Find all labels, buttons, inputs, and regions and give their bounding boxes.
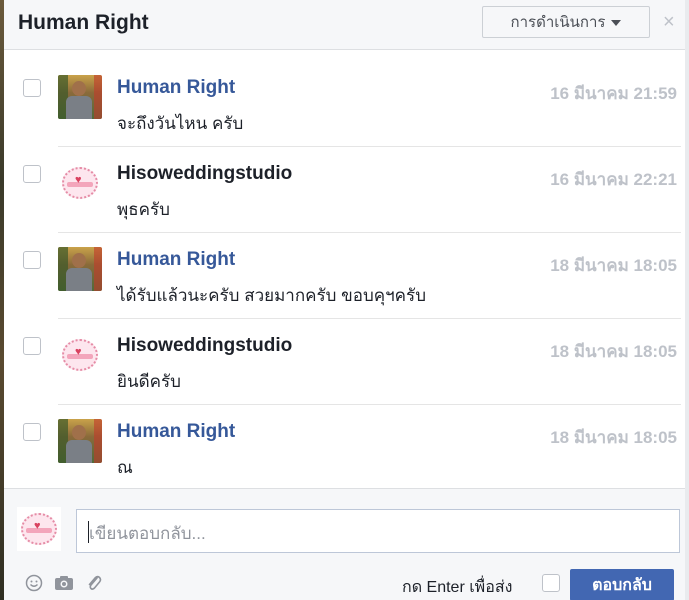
avatar[interactable] — [58, 247, 102, 291]
smiley-icon[interactable] — [24, 573, 44, 593]
reply-composer: ♥ เขียนตอบกลับ... กด Enter เพื่อส่ง ตอบก… — [4, 488, 685, 600]
row-divider — [58, 404, 681, 405]
message-row: Human Right 18 มีนาคม 18:05 ได้รับแล้วนะ… — [4, 232, 685, 318]
message-row: Human Right 18 มีนาคม 18:05 ณ — [4, 404, 685, 490]
camera-icon[interactable] — [54, 573, 74, 593]
message-sender: Hisoweddingstudio — [117, 163, 293, 184]
message-timestamp: 16 มีนาคม 21:59 — [550, 84, 677, 103]
message-timestamp: 18 มีนาคม 18:05 — [550, 342, 677, 361]
actions-dropdown-button[interactable]: การดำเนินการ — [482, 6, 650, 38]
row-divider — [58, 146, 681, 147]
message-row: ♥ Hisoweddingstudio 16 มีนาคม 22:21 พุธค… — [4, 146, 685, 232]
message-row: ♥ Hisoweddingstudio 18 มีนาคม 18:05 ยินด… — [4, 318, 685, 404]
message-timestamp: 18 มีนาคม 18:05 — [550, 428, 677, 447]
reply-input[interactable]: เขียนตอบกลับ... — [76, 509, 680, 553]
paperclip-icon[interactable] — [84, 573, 104, 593]
message-sender[interactable]: Human Right — [117, 249, 235, 271]
actions-dropdown-label: การดำเนินการ — [510, 14, 606, 31]
conversation-header: Human Right การดำเนินการ × — [4, 0, 685, 50]
message-text: จะถึงวันไหน ครับ — [117, 114, 244, 133]
message-select-checkbox[interactable] — [23, 337, 41, 355]
background-edge-right — [685, 0, 689, 600]
message-select-checkbox[interactable] — [23, 79, 41, 97]
message-text: ยินดีครับ — [117, 372, 181, 391]
chevron-down-icon — [611, 20, 622, 26]
message-text: ได้รับแล้วนะครับ สวยมากครับ ขอบคุฯครับ — [117, 286, 426, 305]
row-divider — [58, 232, 681, 233]
message-sender[interactable]: Human Right — [117, 77, 235, 99]
message-text: พุธครับ — [117, 200, 170, 219]
reply-button[interactable]: ตอบกลับ — [570, 569, 674, 600]
message-timestamp: 16 มีนาคม 22:21 — [550, 170, 677, 189]
message-select-checkbox[interactable] — [23, 251, 41, 269]
avatar[interactable]: ♥ — [58, 161, 102, 205]
avatar: ♥ — [17, 507, 61, 551]
enter-to-send-label: กด Enter เพื่อส่ง — [402, 579, 513, 596]
avatar[interactable] — [58, 419, 102, 463]
enter-to-send-checkbox[interactable] — [542, 574, 560, 592]
avatar[interactable]: ♥ — [58, 333, 102, 377]
row-divider — [58, 318, 681, 319]
message-row: Human Right 16 มีนาคม 21:59 จะถึงวันไหน … — [4, 60, 685, 146]
message-sender: Hisoweddingstudio — [117, 335, 293, 356]
message-select-checkbox[interactable] — [23, 423, 41, 441]
message-timestamp: 18 มีนาคม 18:05 — [550, 256, 677, 275]
avatar[interactable] — [58, 75, 102, 119]
conversation-title: Human Right — [18, 11, 149, 34]
message-select-checkbox[interactable] — [23, 165, 41, 183]
message-sender[interactable]: Human Right — [117, 421, 235, 443]
close-icon[interactable]: × — [663, 12, 675, 32]
message-text: ณ — [117, 458, 133, 477]
composer-tools — [24, 573, 104, 593]
